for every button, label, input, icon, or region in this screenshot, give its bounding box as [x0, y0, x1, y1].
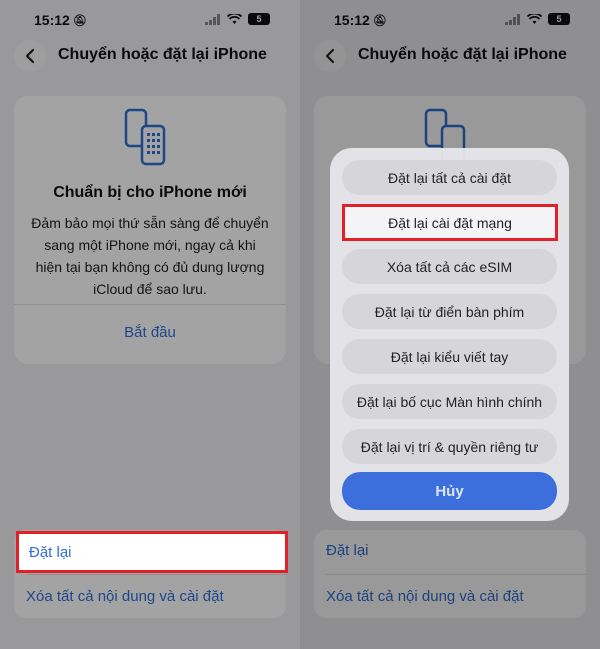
divider: [26, 574, 286, 575]
card-description: Đảm bảo mọi thứ sẵn sàng để chuyển sang …: [31, 215, 269, 297]
option-erase-all-esims[interactable]: Xóa tất cả các eSIM: [342, 249, 557, 284]
nav-bar: Chuyển hoặc đặt lại iPhone: [300, 40, 600, 74]
status-time: 15:12 🔕︎: [34, 12, 87, 28]
nav-bar: Chuyển hoặc đặt lại iPhone: [0, 40, 300, 74]
prepare-card: Chuẩn bị cho iPhone mới Đảm bảo mọi thứ …: [14, 96, 286, 364]
status-bar: 15:12 🔕︎ 5: [0, 10, 300, 32]
option-reset-home-screen-layout[interactable]: Đặt lại bố cục Màn hình chính: [342, 384, 557, 419]
start-button[interactable]: Bắt đầu: [14, 324, 286, 341]
bell-muted-icon: 🔕︎: [72, 14, 87, 27]
chevron-left-icon: [25, 48, 35, 64]
reset-action-sheet: Đặt lại tất cả cài đặt Đặt lại cài đặt m…: [330, 148, 569, 521]
two-phones-icon: [124, 108, 166, 166]
wifi-icon: [227, 13, 242, 24]
reset-list: Đặt lại Xóa tất cả nội dung và cài đặt: [314, 530, 586, 618]
status-time: 15:12 🔕︎: [334, 12, 387, 28]
reset-label: Đặt lại: [29, 544, 72, 561]
cancel-button[interactable]: Hủy: [342, 472, 557, 510]
battery-icon: 5: [248, 13, 270, 25]
signal-icon: [505, 13, 520, 25]
left-screen: 15:12 🔕︎ 5 Chuyển hoặc đặt lại iPhone Ch…: [0, 0, 300, 649]
back-button[interactable]: [314, 40, 346, 72]
option-reset-network-settings[interactable]: Đặt lại cài đặt mạng: [342, 204, 558, 241]
reset-highlight[interactable]: Đặt lại: [16, 531, 288, 573]
back-button[interactable]: [14, 40, 46, 72]
chevron-left-icon: [325, 48, 335, 64]
option-reset-keyboard-dictionary[interactable]: Đặt lại từ điển bàn phím: [342, 294, 557, 329]
wifi-icon: [527, 13, 542, 24]
page-title: Chuyển hoặc đặt lại iPhone: [358, 46, 567, 63]
page-title: Chuyển hoặc đặt lại iPhone: [58, 46, 267, 63]
option-reset-handwriting[interactable]: Đặt lại kiểu viết tay: [342, 339, 557, 374]
battery-icon: 5: [548, 13, 570, 25]
list-item-erase-all[interactable]: Xóa tất cả nội dung và cài đặt: [26, 588, 224, 605]
status-bar: 15:12 🔕︎ 5: [300, 10, 600, 32]
signal-icon: [205, 13, 220, 25]
card-title: Chuẩn bị cho iPhone mới: [53, 184, 247, 201]
option-reset-all-settings[interactable]: Đặt lại tất cả cài đặt: [342, 160, 557, 195]
bell-muted-icon: 🔕︎: [372, 14, 387, 27]
list-item-reset[interactable]: Đặt lại: [326, 542, 369, 559]
option-reset-location-privacy[interactable]: Đặt lại vị trí & quyền riêng tư: [342, 429, 557, 464]
divider: [326, 574, 586, 575]
divider: [14, 304, 286, 305]
list-item-erase-all[interactable]: Xóa tất cả nội dung và cài đặt: [326, 588, 524, 605]
